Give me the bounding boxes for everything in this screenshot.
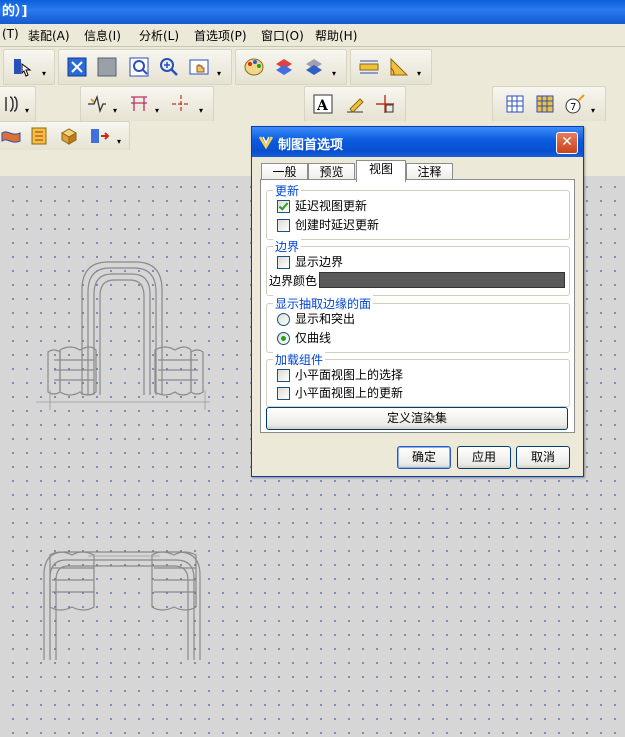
drafting-preferences-dialog: 制图首选项 ✕ 一般 预览 视图 注释 更新 延迟视图更新 创建时延迟更新 边界 — [251, 126, 584, 477]
menu-tools[interactable]: (T) — [2, 27, 19, 41]
toolbar-group-annotation: A — [304, 86, 406, 122]
upper-part-view — [36, 261, 210, 410]
menu-help[interactable]: 帮助(H) — [315, 27, 357, 44]
radio-circle[interactable] — [277, 332, 290, 345]
box-icon[interactable] — [57, 124, 81, 148]
menu-preferences[interactable]: 首选项(P) — [194, 27, 247, 44]
measure-dropdown-icon[interactable]: ▾ — [417, 70, 425, 78]
toolbar-group-measure: ▾ — [350, 49, 432, 85]
toolbar-group-display: ▾ — [235, 49, 347, 85]
mirror-icon[interactable] — [87, 124, 111, 148]
update-group-label: 更新 — [273, 182, 302, 199]
section-view-icon[interactable] — [1, 92, 25, 116]
border-group: 边界 显示边界 边界颜色 — [266, 238, 570, 296]
tables-dropdown-icon[interactable]: ▾ — [591, 107, 599, 115]
extracted-edge-face-display-group: 显示抽取边缘的面 显示和突出 仅曲线 — [266, 295, 570, 353]
leader-pen-icon[interactable] — [343, 92, 367, 116]
features-dropdown-icon[interactable]: ▾ — [117, 138, 125, 146]
datum-icon[interactable] — [373, 92, 397, 116]
table-grid-icon[interactable] — [127, 92, 151, 116]
table-grid-dropdown-icon[interactable]: ▾ — [155, 107, 163, 115]
checkbox-box[interactable] — [277, 256, 290, 269]
text-annotation-icon[interactable]: A — [311, 92, 335, 116]
toolbar-group-section: ▾ — [0, 86, 36, 122]
fit-view-icon[interactable] — [65, 55, 89, 79]
checkbox-box[interactable] — [277, 219, 290, 232]
break-line-icon[interactable] — [85, 92, 109, 116]
color-palette-icon[interactable] — [242, 55, 266, 79]
display-dropdown-icon[interactable]: ▾ — [332, 70, 340, 78]
visibility-icon[interactable] — [302, 55, 326, 79]
tab-view[interactable]: 视图 — [356, 160, 406, 182]
nx-logo-icon — [258, 136, 274, 150]
menu-info[interactable]: 信息(I) — [84, 27, 121, 44]
zoom-in-icon[interactable] — [157, 55, 181, 79]
checkbox-box[interactable] — [277, 387, 290, 400]
view-dropdown-icon[interactable]: ▾ — [217, 70, 225, 78]
display-group-label: 显示抽取边缘的面 — [273, 295, 374, 312]
border-color-swatch[interactable] — [319, 272, 565, 288]
curves-only-label: 仅曲线 — [295, 331, 332, 345]
toolbar-group-features: ▾ — [0, 121, 130, 151]
toolbar-row-2: ▾ ▾ ▾ ▾ A 7 ▾ — [0, 85, 625, 122]
menu-analysis[interactable]: 分析(L) — [139, 27, 179, 44]
define-render-set-button[interactable]: 定义渲染集 — [266, 407, 568, 430]
toolbar-group-select: ▾ — [3, 49, 55, 85]
protractor-icon[interactable] — [387, 55, 411, 79]
ok-button[interactable]: 确定 — [397, 446, 451, 469]
toolbar-group-view: ▾ — [58, 49, 232, 85]
show-and-highlight-label: 显示和突出 — [295, 312, 356, 326]
svg-text:A: A — [316, 98, 329, 114]
delay-view-update-label: 延迟视图更新 — [295, 199, 368, 213]
show-border-label: 显示边界 — [295, 255, 344, 269]
border-color-label: 边界颜色 — [269, 274, 318, 288]
update-on-facet-views-label: 小平面视图上的更新 — [295, 386, 404, 400]
centerline-icon[interactable] — [169, 92, 193, 116]
surface-icon[interactable] — [0, 124, 23, 148]
layer-icon[interactable] — [272, 55, 296, 79]
cancel-button[interactable]: 取消 — [516, 446, 570, 469]
view-tab-panel: 更新 延迟视图更新 创建时延迟更新 边界 显示边界 边界颜色 显示抽取边缘的面 — [260, 179, 575, 433]
snap-dropdown-icon[interactable]: ▾ — [42, 70, 50, 78]
close-button[interactable]: ✕ — [556, 132, 578, 154]
checkbox-box[interactable] — [277, 200, 290, 213]
update-group: 更新 延迟视图更新 创建时延迟更新 — [266, 182, 570, 240]
window-title-bar: 的）] — [0, 0, 625, 24]
load-group-label: 加载组件 — [273, 351, 326, 368]
pan-icon[interactable] — [187, 55, 211, 79]
apply-button[interactable]: 应用 — [457, 446, 511, 469]
checkbox-box[interactable] — [277, 369, 290, 382]
measure-distance-icon[interactable] — [357, 55, 381, 79]
delay-update-on-create-label: 创建时延迟更新 — [295, 218, 380, 232]
border-group-label: 边界 — [273, 238, 302, 255]
dialog-title: 制图首选项 — [278, 138, 344, 153]
toolbar-group-tables: 7 ▾ — [492, 86, 606, 122]
select-on-facet-views-label: 小平面视图上的选择 — [295, 368, 404, 382]
window-title: 的）] — [2, 4, 28, 19]
hatch-table-icon[interactable] — [503, 92, 527, 116]
feature-icon[interactable] — [27, 124, 51, 148]
section-dropdown-icon[interactable]: ▾ — [25, 107, 33, 115]
dialog-title-bar[interactable]: 制图首选项 ✕ — [252, 127, 583, 157]
snap-icon[interactable] — [10, 55, 34, 79]
menu-assembly[interactable]: 装配(A) — [28, 27, 70, 44]
break-line-dropdown-icon[interactable]: ▾ — [113, 107, 121, 115]
toolbar-row-1: ▾ ▾ ▾ ▾ — [0, 47, 625, 85]
svg-text:7: 7 — [570, 102, 576, 113]
toolbar-group-drafting: ▾ ▾ ▾ — [80, 86, 214, 122]
menu-bar: (T) 装配(A) 信息(I) 分析(L) 首选项(P) 窗口(O) 帮助(H) — [0, 24, 625, 47]
centerline-dropdown-icon[interactable]: ▾ — [199, 107, 207, 115]
menu-window[interactable]: 窗口(O) — [261, 27, 304, 44]
id-symbol-icon[interactable]: 7 — [563, 92, 587, 116]
close-icon: ✕ — [561, 134, 573, 150]
lower-part-view — [43, 551, 201, 660]
shaded-view-icon[interactable] — [95, 55, 119, 79]
radio-circle[interactable] — [277, 313, 290, 326]
zoom-icon[interactable] — [127, 55, 151, 79]
grid-table-icon[interactable] — [533, 92, 557, 116]
load-components-group: 加载组件 小平面视图上的选择 小平面视图上的更新 — [266, 351, 570, 407]
